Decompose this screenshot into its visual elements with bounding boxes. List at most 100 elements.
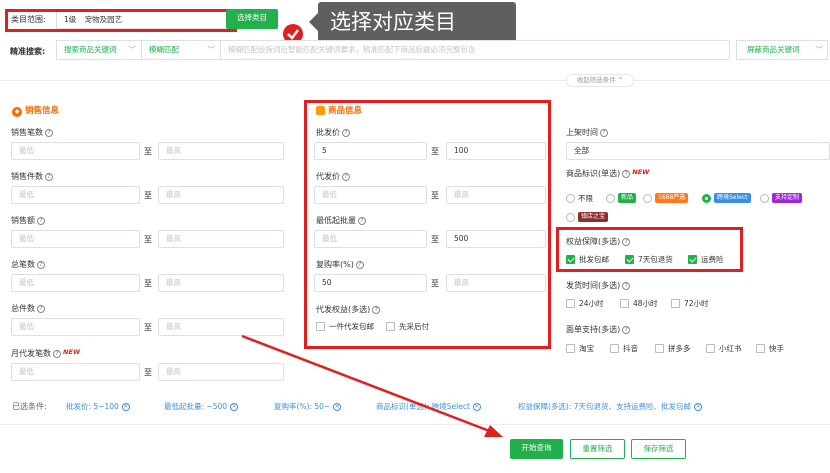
range-to: 至	[144, 368, 152, 377]
listing-label-text: 上架时间	[566, 128, 598, 137]
listing-time-select[interactable]: 全部	[566, 142, 830, 160]
close-icon[interactable]: ×	[472, 403, 481, 411]
repurchase-min-input[interactable]: 50	[314, 274, 427, 292]
chevron-down-icon: ﹀	[815, 45, 824, 54]
platform-label-text: 面单支持(多选)	[566, 325, 621, 334]
reset-filter-button[interactable]: 重置筛选	[570, 439, 625, 459]
sales-field-label-text: 总件数	[11, 304, 35, 313]
selected-chip[interactable]: 商品标识(单选): 跨境Select ×	[376, 401, 481, 412]
repurchase-max-input[interactable]: 最高	[446, 274, 546, 292]
moq-min-input[interactable]: 最低	[314, 230, 427, 248]
checkbox-box	[566, 255, 575, 264]
sales-min-input[interactable]: 最低	[11, 142, 140, 160]
checkbox-box	[625, 255, 634, 264]
selected-chip[interactable]: 复购率(%): 50~ ×	[274, 401, 342, 412]
checkbox-box	[756, 344, 765, 353]
wholesale-label-text: 批发价	[316, 128, 340, 137]
platform-xiaohongshu-checkbox[interactable]: 小红书	[706, 343, 742, 354]
collapse-toggle[interactable]: 收起筛选条件 ^	[566, 74, 634, 87]
platform-pinduoduo-checkbox[interactable]: 拼多多	[655, 343, 691, 354]
range-to: 至	[431, 147, 439, 156]
product-section-title: 商品信息	[316, 104, 362, 116]
guarantee-shipping-insurance-checkbox[interactable]: 运费险	[688, 254, 724, 265]
start-search-button[interactable]: 开始查询	[510, 439, 563, 459]
match-select[interactable]: 模糊匹配 ﹀	[141, 40, 221, 60]
save-filter-button[interactable]: 保存筛选	[631, 439, 686, 459]
mark-radio-yanxuan[interactable]: 1688严选	[643, 193, 689, 203]
sales-max-input[interactable]: 最高	[158, 186, 284, 204]
range-to: 至	[431, 235, 439, 244]
sales-max-input[interactable]: 最高	[158, 363, 284, 381]
mark-radio-new[interactable]: 新品	[606, 193, 637, 203]
platform-taobao-checkbox[interactable]: 淘宝	[566, 343, 594, 354]
repurchase-label-text: 复购率(%)	[316, 260, 354, 269]
wholesale-min-input[interactable]: 5	[314, 142, 427, 160]
keyword-select[interactable]: 搜索商品关键词 ﹀	[56, 40, 142, 60]
sales-max-input[interactable]: 最高	[158, 230, 284, 248]
ship-48h-checkbox[interactable]: 48小时	[620, 298, 658, 309]
guarantee-free-ship-checkbox[interactable]: 批发包邮	[566, 254, 609, 265]
mark-radio-none[interactable]: 不限	[566, 193, 593, 204]
help-icon: ?	[600, 128, 608, 137]
close-icon[interactable]: ×	[694, 403, 703, 411]
checkbox-label: 淘宝	[579, 344, 594, 353]
close-icon[interactable]: ×	[333, 403, 342, 411]
selected-chip[interactable]: 批发价: 5~100 ×	[66, 401, 130, 412]
keyword-select-text: 搜索商品关键词	[64, 45, 117, 54]
platform-kuaishou-checkbox[interactable]: 快手	[756, 343, 784, 354]
checkbox-box	[386, 322, 395, 331]
help-icon: ?	[622, 281, 631, 290]
moq-max-input[interactable]: 500	[446, 230, 546, 248]
close-icon[interactable]: ×	[230, 403, 239, 411]
dropship-max-input[interactable]: 最高	[446, 186, 546, 204]
sales-max-input[interactable]: 最高	[158, 318, 284, 336]
help-icon: ?	[372, 305, 381, 314]
platform-douyin-checkbox[interactable]: 抖音	[610, 343, 638, 354]
ship-24h-checkbox[interactable]: 24小时	[566, 298, 604, 309]
mark-radio-treasure[interactable]: 镇店之宝	[566, 212, 609, 222]
ship-72h-checkbox[interactable]: 72小时	[671, 298, 709, 309]
block-keyword-select[interactable]: 屏蔽商品关键词 ﹀	[736, 40, 828, 60]
sales-max-input[interactable]: 最高	[158, 274, 284, 292]
sales-min-input[interactable]: 最低	[11, 363, 140, 381]
selected-chip[interactable]: 权益保障(多选): 7天包退货、支持运费险、批发包邮 ×	[518, 401, 703, 412]
sales-field-label-text: 销售笔数	[11, 128, 43, 137]
wholesale-max-input[interactable]: 100	[446, 142, 546, 160]
benefit-pay-later-checkbox[interactable]: 先采后付	[386, 321, 429, 332]
sales-min-input[interactable]: 最低	[11, 318, 140, 336]
mark-radio-custom[interactable]: 支持定制	[760, 193, 803, 203]
checkbox-label: 快手	[769, 344, 784, 353]
select-category-button[interactable]: 选择类目	[226, 9, 278, 29]
benefit-label: 代发权益(多选)?	[316, 304, 381, 315]
checkbox-label: 24小时	[579, 299, 604, 308]
benefit-free-ship-checkbox[interactable]: 一件代发包邮	[316, 321, 374, 332]
sales-min-input[interactable]: 最低	[11, 186, 140, 204]
help-icon: ?	[342, 128, 350, 137]
help-icon: ?	[355, 260, 364, 269]
range-to: 至	[144, 147, 152, 156]
guarantee-7day-return-checkbox[interactable]: 7天包退货	[625, 254, 673, 265]
help-icon: ?	[45, 172, 53, 181]
range-to: 至	[144, 235, 152, 244]
sales-min-input[interactable]: 最低	[11, 230, 140, 248]
help-icon: ?	[342, 172, 350, 181]
sales-field-label: 销售额?	[11, 215, 45, 226]
sales-min-input[interactable]: 最低	[11, 274, 140, 292]
sales-title-text: 销售信息	[25, 106, 60, 116]
collapse-text: 收起筛选条件	[576, 76, 616, 84]
close-icon[interactable]: ×	[121, 403, 130, 411]
selected-chip[interactable]: 最低起批量: ~500 ×	[164, 401, 239, 412]
range-to: 至	[431, 279, 439, 288]
dropship-min-input[interactable]: 最低	[314, 186, 427, 204]
mark-radio-select[interactable]: 跨境Select	[702, 193, 751, 203]
checkbox-label: 批发包邮	[579, 255, 609, 264]
marks-label: 商品标识(单选)? NEW	[566, 168, 649, 179]
sales-field-label-text: 销售额	[11, 216, 35, 225]
match-select-text: 模糊匹配	[149, 45, 179, 54]
checkbox-label: 7天包退货	[638, 255, 673, 264]
selected-label: 已选条件:	[12, 402, 47, 411]
sales-field-label-text: 总笔数	[11, 260, 35, 269]
sales-max-input[interactable]: 最高	[158, 142, 284, 160]
range-to: 至	[144, 323, 152, 332]
keyword-search-input[interactable]: 模糊匹配会拆词后智能匹配关键词要求，精准匹配下商品标题必须完整包含	[220, 40, 730, 60]
